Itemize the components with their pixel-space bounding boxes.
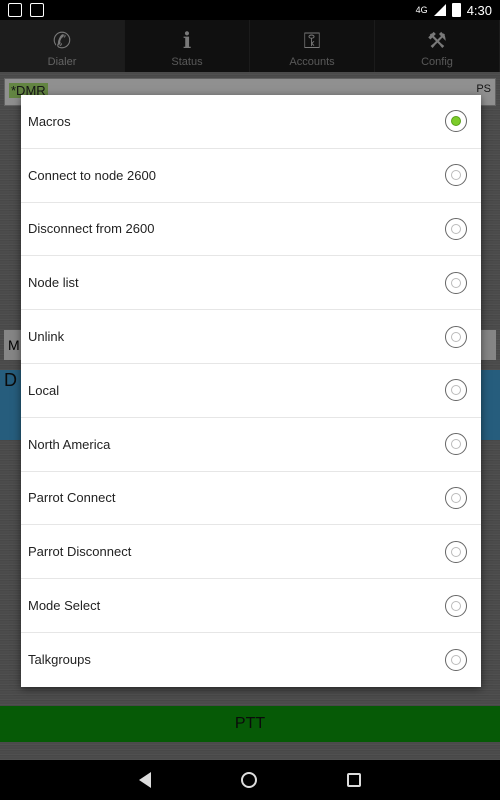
radio-dot-icon	[451, 439, 461, 450]
radio-dot-icon	[451, 331, 461, 342]
option-row[interactable]: Unlink	[21, 310, 481, 364]
radio-button[interactable]	[445, 325, 467, 348]
radio-button[interactable]	[445, 271, 467, 294]
option-label: Mode Select	[28, 598, 101, 614]
option-row[interactable]: Parrot Connect	[21, 472, 481, 526]
radio-button[interactable]	[445, 164, 467, 187]
option-label: Parrot Connect	[28, 490, 116, 506]
radio-button[interactable]	[445, 540, 467, 563]
home-icon[interactable]	[241, 772, 257, 788]
clock: 4:30	[466, 2, 492, 18]
option-label: Unlink	[28, 329, 65, 345]
radio-dot-icon	[451, 385, 461, 396]
radio-dot-icon	[451, 546, 461, 557]
option-row[interactable]: Parrot Disconnect	[21, 525, 481, 580]
option-label: Disconnect from 2600	[28, 221, 155, 237]
option-row[interactable]: Disconnect from 2600	[21, 203, 481, 257]
macro-select-dialog: Macros Connect to node 2600 Disconnect fro…	[21, 95, 481, 687]
option-label: Parrot Disconnect	[28, 544, 132, 560]
option-label: North America	[28, 436, 111, 452]
option-row[interactable]: Node list	[21, 256, 481, 311]
radio-dot-icon	[451, 492, 461, 503]
option-row[interactable]: Mode Select	[21, 579, 481, 633]
radio-button[interactable]	[445, 110, 467, 133]
option-row[interactable]: Macros	[21, 95, 481, 149]
option-label: Connect to node 2600	[28, 167, 156, 183]
back-icon[interactable]	[139, 772, 151, 788]
radio-button[interactable]	[445, 486, 467, 509]
option-label: Talkgroups	[28, 652, 91, 668]
radio-dot-icon	[451, 116, 461, 127]
radio-button[interactable]	[445, 648, 467, 671]
radio-dot-icon	[451, 170, 461, 181]
option-row[interactable]: Local	[21, 364, 481, 418]
option-label: Local	[28, 382, 60, 398]
radio-button[interactable]	[445, 217, 467, 240]
radio-button[interactable]	[445, 594, 467, 617]
option-row[interactable]: Talkgroups	[21, 633, 481, 687]
option-row[interactable]: Connect to node 2600	[21, 149, 481, 203]
option-label: Node list	[28, 275, 79, 291]
download-icon	[30, 3, 44, 17]
recent-apps-icon[interactable]	[347, 773, 361, 787]
navigation-bar	[0, 760, 500, 800]
status-bar: 4G 4:30	[0, 0, 500, 20]
signal-icon	[433, 4, 446, 16]
notification-icon	[8, 3, 22, 17]
network-type: 4G	[415, 5, 428, 15]
radio-dot-icon	[451, 223, 461, 234]
radio-button[interactable]	[445, 433, 467, 456]
option-label: Macros	[28, 113, 71, 129]
radio-dot-icon	[451, 654, 461, 665]
battery-icon	[451, 3, 461, 17]
radio-dot-icon	[451, 600, 461, 611]
radio-dot-icon	[451, 277, 461, 288]
radio-button[interactable]	[445, 379, 467, 402]
option-row[interactable]: North America	[21, 418, 481, 472]
